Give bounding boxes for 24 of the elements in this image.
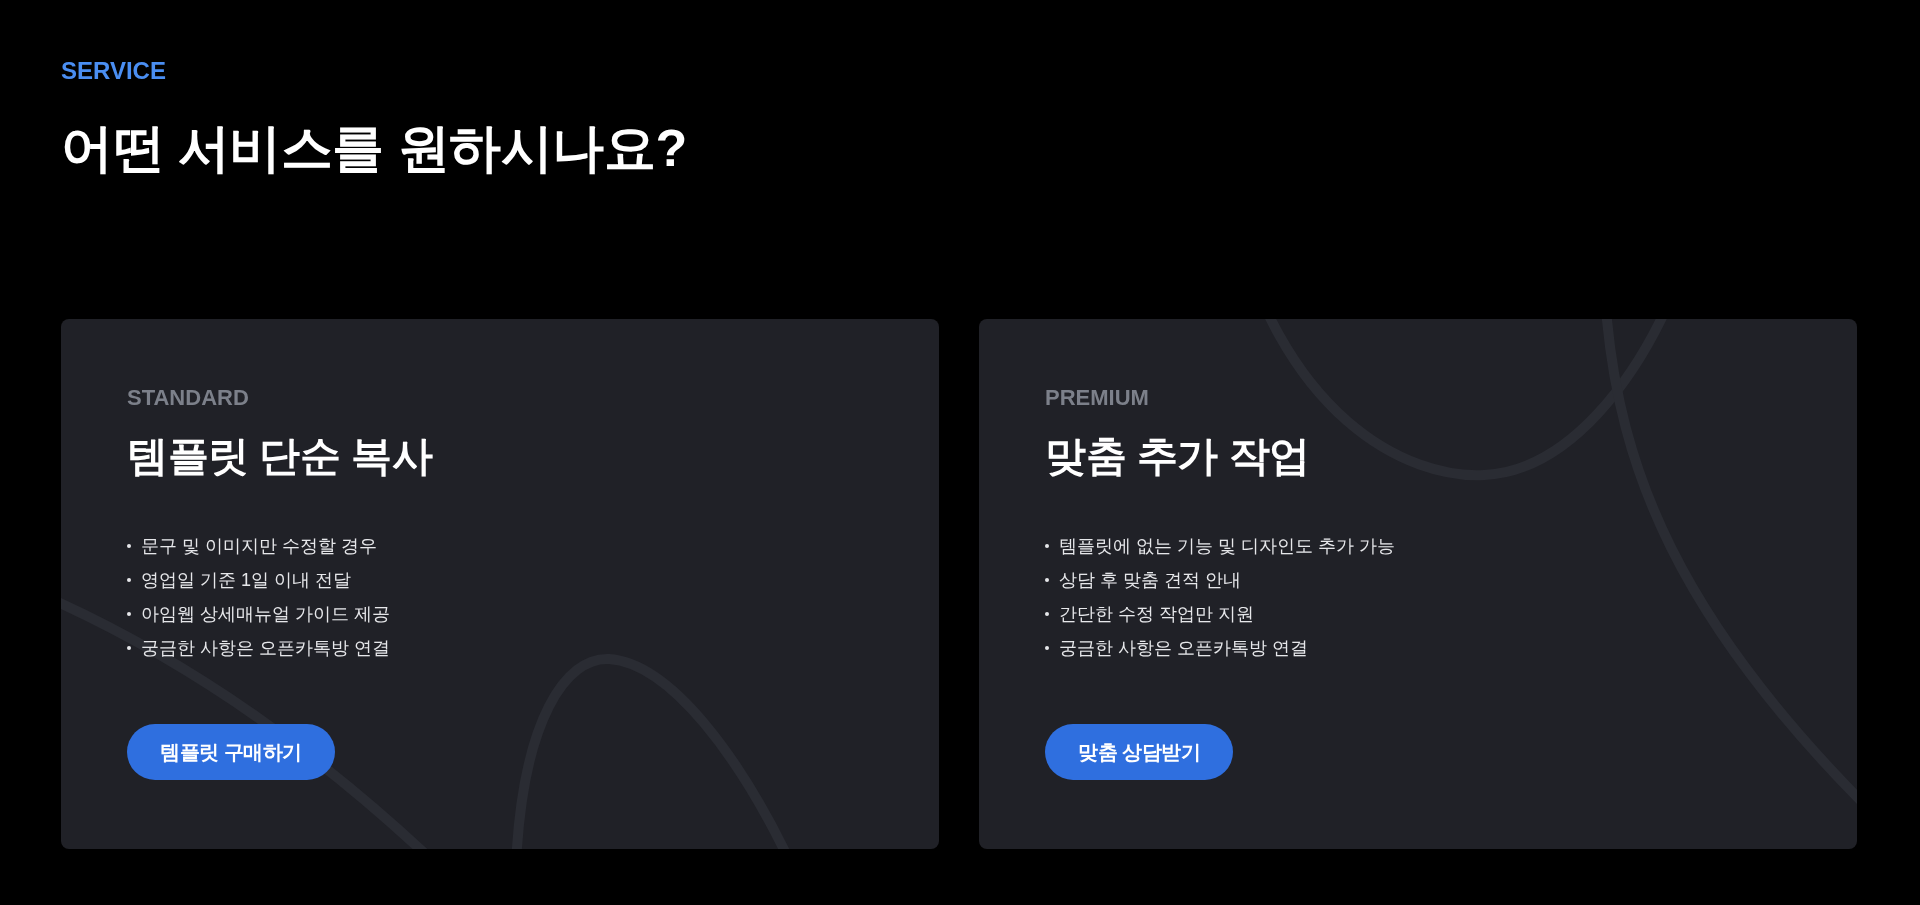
feature-text: 템플릿에 없는 기능 및 디자인도 추가 가능 bbox=[1059, 535, 1395, 558]
feature-text: 간단한 수정 작업만 지원 bbox=[1059, 603, 1254, 626]
feature-text: 상담 후 맞춤 견적 안내 bbox=[1059, 569, 1241, 592]
section-title: 어떤 서비스를 원하시나요? bbox=[61, 118, 687, 179]
plan-title: 맞춤 추가 작업 bbox=[1045, 432, 1310, 481]
feature-text: 궁금한 사항은 오픈카톡방 연결 bbox=[141, 637, 390, 660]
plan-button[interactable]: 템플릿 구매하기 bbox=[127, 724, 335, 780]
bullet-icon bbox=[127, 544, 131, 548]
plan-button[interactable]: 맞춤 상담받기 bbox=[1045, 724, 1234, 780]
plan-title: 템플릿 단순 복사 bbox=[127, 432, 433, 481]
tier-label: PREMIUM bbox=[1045, 385, 1149, 411]
feature-text: 문구 및 이미지만 수정할 경우 bbox=[141, 535, 377, 558]
bullet-icon bbox=[127, 612, 131, 616]
bullet-icon bbox=[127, 646, 131, 650]
tier-label: STANDARD bbox=[127, 385, 249, 411]
bullet-icon bbox=[1045, 612, 1049, 616]
section-eyebrow: SERVICE bbox=[61, 57, 166, 85]
feature-text: 궁금한 사항은 오픈카톡방 연결 bbox=[1059, 637, 1308, 660]
feature-text: 아임웹 상세매뉴얼 가이드 제공 bbox=[141, 603, 390, 626]
bullet-icon bbox=[1045, 646, 1049, 650]
bullet-icon bbox=[127, 578, 131, 582]
bullet-icon bbox=[1045, 578, 1049, 582]
feature-text: 영업일 기준 1일 이내 전달 bbox=[141, 569, 351, 592]
bullet-icon bbox=[1045, 544, 1049, 548]
